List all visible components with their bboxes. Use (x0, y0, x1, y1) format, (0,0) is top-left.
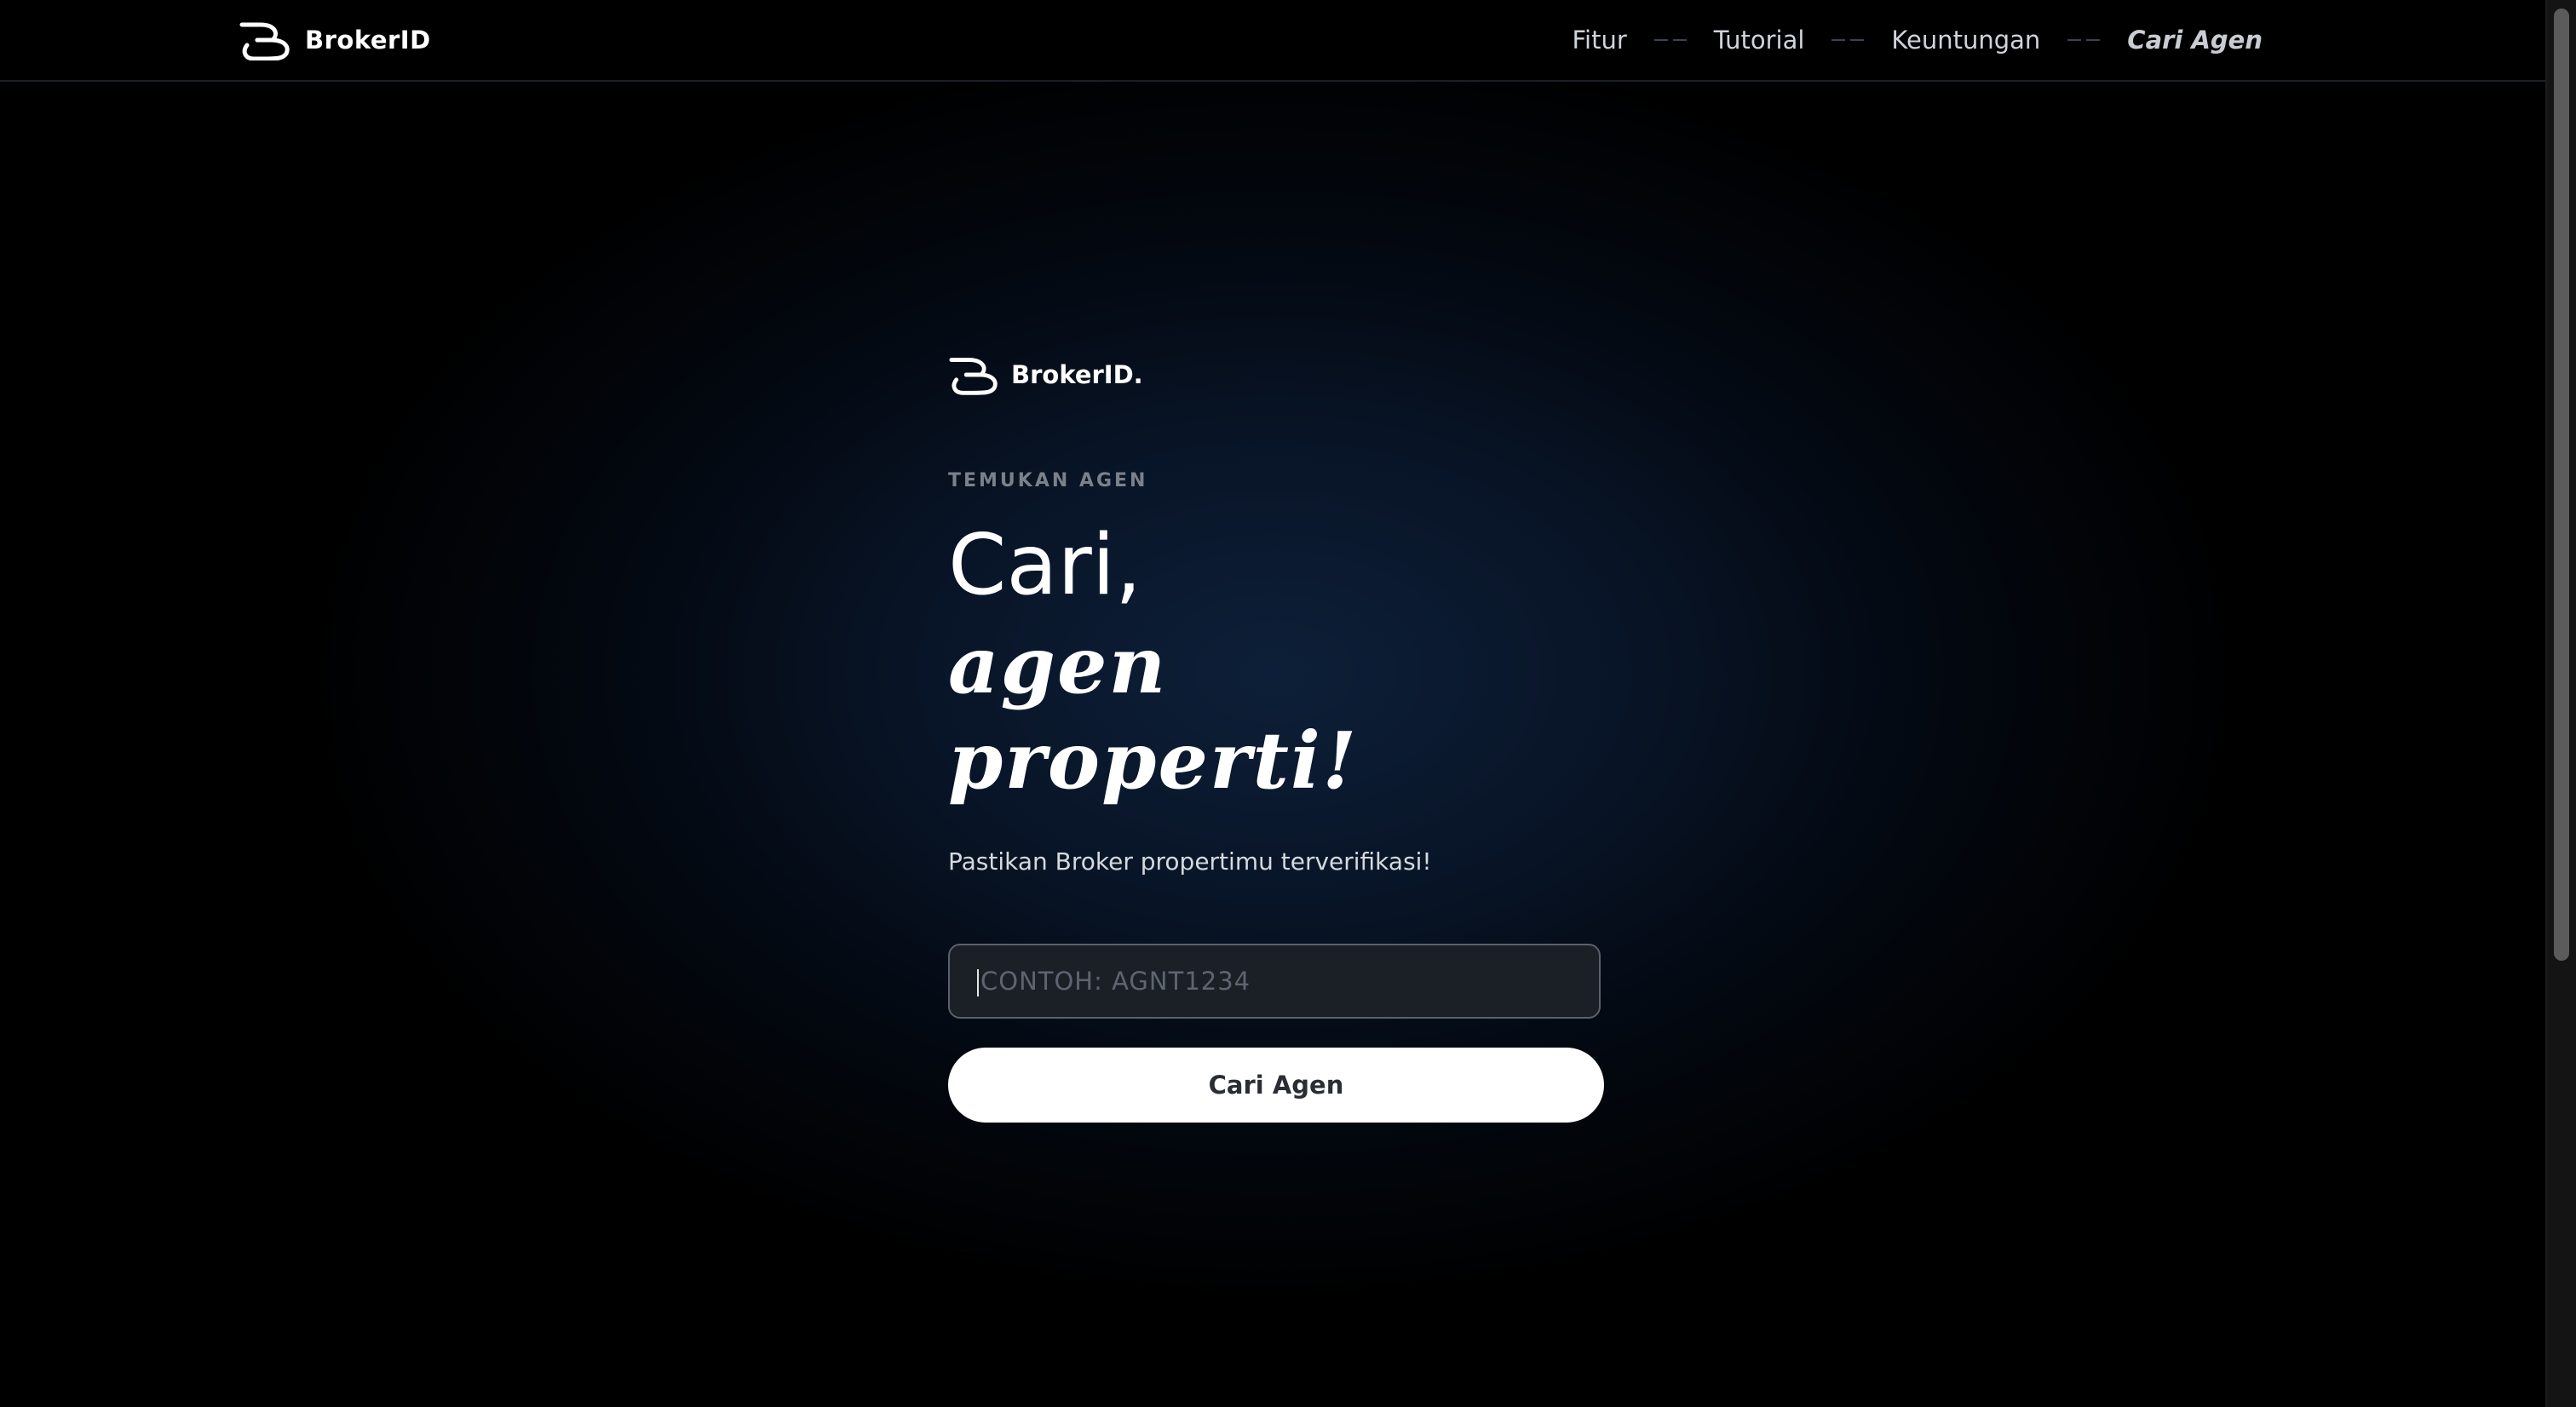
nav-separator (2067, 39, 2101, 41)
nav-separator (1653, 39, 1687, 41)
section-logo: BrokerID. (948, 351, 1604, 399)
nav-item-cari-agen[interactable]: Cari Agen (2127, 26, 2263, 55)
page-title: Cari, (948, 517, 1142, 614)
brand-name: BrokerID (305, 26, 431, 55)
brand-link[interactable]: BrokerID (239, 17, 431, 63)
nav-item-keuntungan[interactable]: Keuntungan (1891, 26, 2040, 55)
nav-item-fitur[interactable]: Fitur (1572, 26, 1626, 55)
page: BrokerID Fitur Tutorial Keuntungan Cari … (0, 0, 2576, 1407)
find-agent-button[interactable]: Cari Agen (948, 1048, 1604, 1123)
brokerid-logo-icon (239, 22, 290, 60)
top-navbar: BrokerID Fitur Tutorial Keuntungan Cari … (0, 0, 2547, 82)
section-eyebrow: TEMUKAN AGEN (948, 470, 1148, 491)
scrollbar-thumb[interactable] (2554, 9, 2569, 961)
brokerid-logo-icon (949, 358, 998, 395)
page-scrollbar[interactable] (2545, 0, 2576, 1407)
agent-code-field[interactable] (948, 944, 1601, 1019)
page-title-italic: agen properti! (948, 619, 1359, 807)
nav-separator (1831, 39, 1865, 41)
text-caret (977, 969, 979, 996)
main-nav: Fitur Tutorial Keuntungan Cari Agen (1572, 17, 2263, 63)
page-subtitle: Pastikan Broker propertimu terverifikasi… (948, 847, 1432, 876)
section-logo-name: BrokerID. (1011, 360, 1143, 389)
nav-item-tutorial[interactable]: Tutorial (1714, 26, 1805, 55)
find-agent-section: BrokerID. TEMUKAN AGEN Cari, agen proper… (948, 351, 1604, 1123)
agent-code-input[interactable] (979, 945, 1599, 1018)
